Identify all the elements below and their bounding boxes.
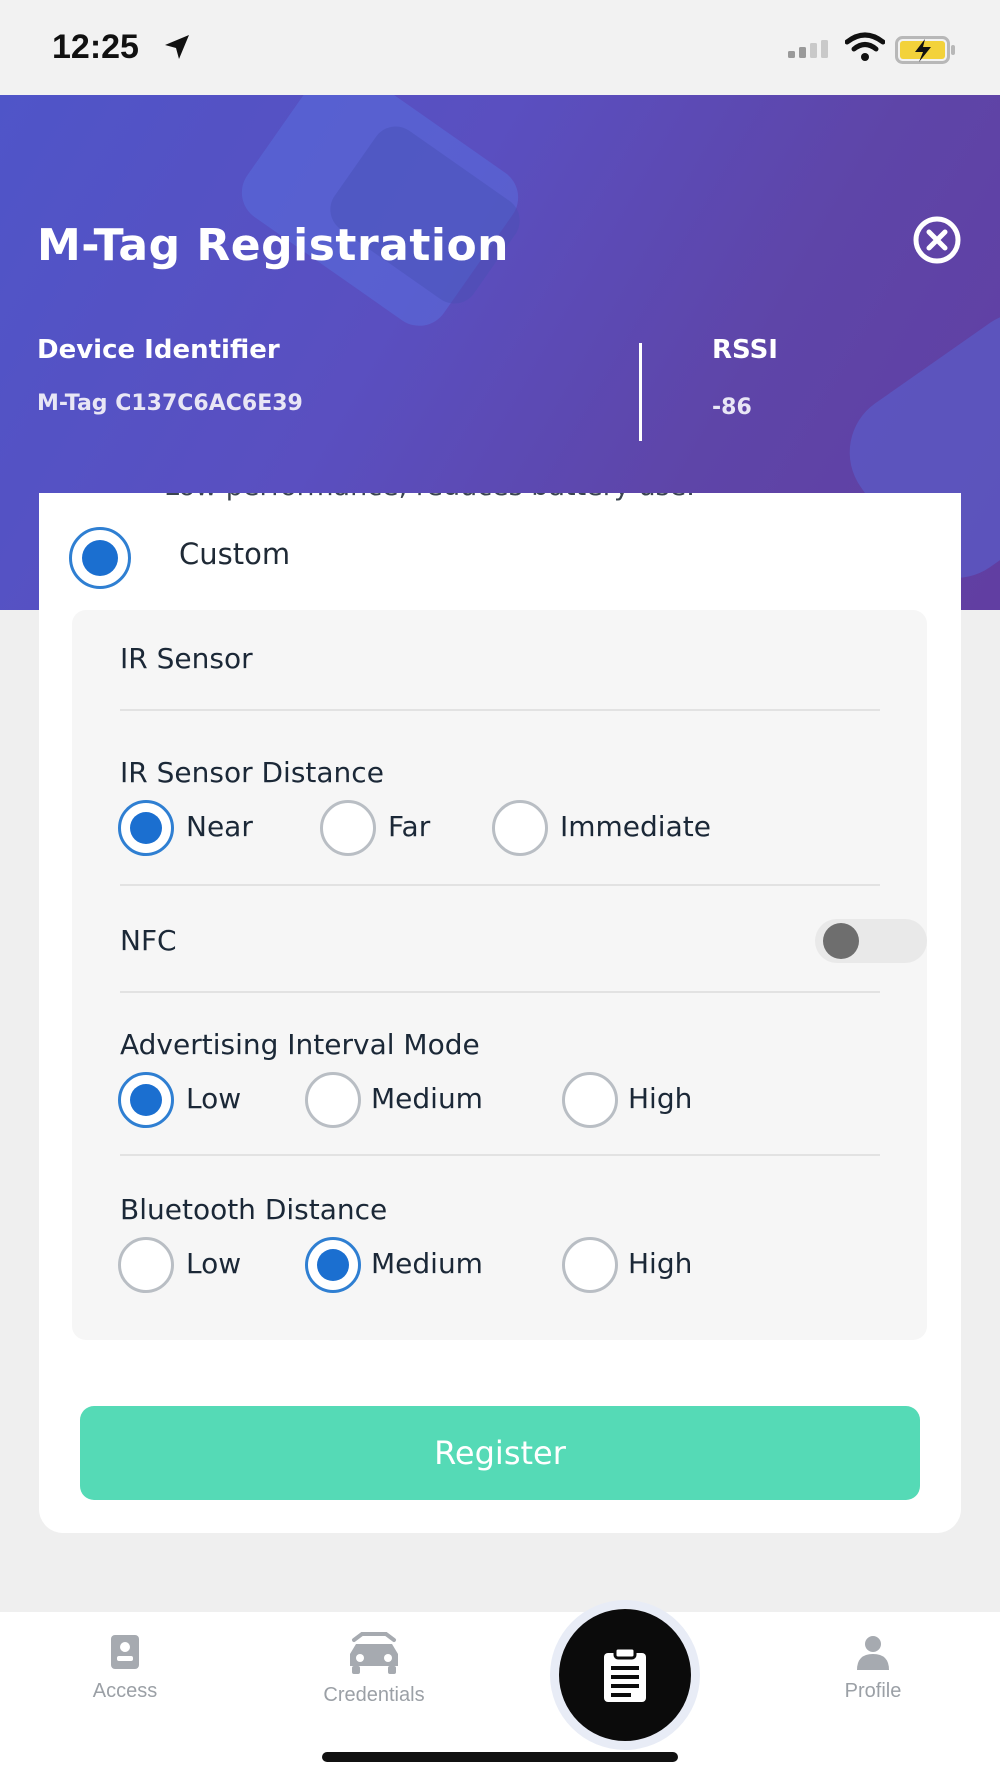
nav-item-access[interactable]: Access	[35, 1632, 215, 1732]
nav-label-access: Access	[92, 1680, 158, 1702]
nav-item-credentials[interactable]: Credentials	[284, 1632, 464, 1732]
divider	[120, 991, 880, 993]
advertising-interval-title: Advertising Interval Mode	[120, 1028, 480, 1061]
car-icon	[350, 1632, 398, 1674]
register-tag-fab[interactable]	[550, 1600, 700, 1750]
device-identifier-label: Device Identifier	[37, 335, 280, 365]
nfc-toggle[interactable]	[815, 919, 927, 963]
custom-settings-panel: IR Sensor IR Sensor Distance Near Far Im…	[72, 610, 927, 1340]
divider	[639, 343, 642, 441]
person-icon	[857, 1636, 889, 1670]
radio-bt-medium[interactable]	[305, 1237, 361, 1293]
status-bar: 12:25	[0, 0, 1000, 95]
register-button[interactable]: Register	[80, 1406, 920, 1500]
radio-adv-low[interactable]	[118, 1072, 174, 1128]
clipboard-icon	[604, 1646, 646, 1702]
divider	[120, 884, 880, 886]
cellular-signal-icon	[788, 40, 828, 58]
custom-label: Custom	[179, 537, 291, 571]
fab-inner	[559, 1609, 691, 1741]
radio-ir-far[interactable]	[320, 800, 376, 856]
divider	[120, 709, 880, 711]
divider	[120, 1154, 880, 1156]
bt-low-label: Low	[186, 1247, 242, 1280]
radio-adv-high[interactable]	[562, 1072, 618, 1128]
radio-ir-near[interactable]	[118, 800, 174, 856]
ir-sensor-title: IR Sensor	[120, 642, 253, 675]
toggle-knob	[823, 923, 859, 959]
registration-card: Low performance, reduces battery use. Cu…	[39, 493, 961, 1533]
adv-high-label: High	[628, 1082, 693, 1115]
wifi-icon	[845, 32, 885, 61]
close-icon[interactable]	[912, 215, 962, 265]
page-title: M-Tag Registration	[37, 220, 510, 271]
radio-bt-high[interactable]	[562, 1237, 618, 1293]
nav-item-profile[interactable]: Profile	[783, 1632, 963, 1732]
nfc-title: NFC	[120, 924, 177, 957]
nav-label-credentials: Credentials	[323, 1684, 425, 1706]
rssi-label: RSSI	[712, 335, 778, 365]
radio-bt-low[interactable]	[118, 1237, 174, 1293]
home-indicator	[322, 1752, 678, 1762]
ir-near-label: Near	[186, 810, 253, 843]
device-identifier-value: M-Tag C137C6AC6E39	[37, 391, 303, 416]
ir-sensor-distance-title: IR Sensor Distance	[120, 756, 384, 789]
ir-far-label: Far	[388, 810, 431, 843]
bt-medium-label: Medium	[371, 1247, 483, 1280]
adv-medium-label: Medium	[371, 1082, 483, 1115]
custom-radio[interactable]	[69, 527, 131, 589]
battery-charging-icon	[895, 36, 955, 64]
nav-label-profile: Profile	[844, 1680, 902, 1702]
location-arrow-icon	[165, 35, 189, 59]
status-time: 12:25	[52, 28, 139, 66]
bt-high-label: High	[628, 1247, 693, 1280]
option-description: Low performance, reduces battery use.	[164, 493, 695, 502]
adv-low-label: Low	[186, 1082, 242, 1115]
ir-immediate-label: Immediate	[560, 810, 711, 843]
radio-adv-medium[interactable]	[305, 1072, 361, 1128]
radio-ir-immediate[interactable]	[492, 800, 548, 856]
bluetooth-distance-title: Bluetooth Distance	[120, 1193, 388, 1226]
badge-icon	[111, 1635, 139, 1669]
rssi-value: -86	[712, 395, 752, 420]
